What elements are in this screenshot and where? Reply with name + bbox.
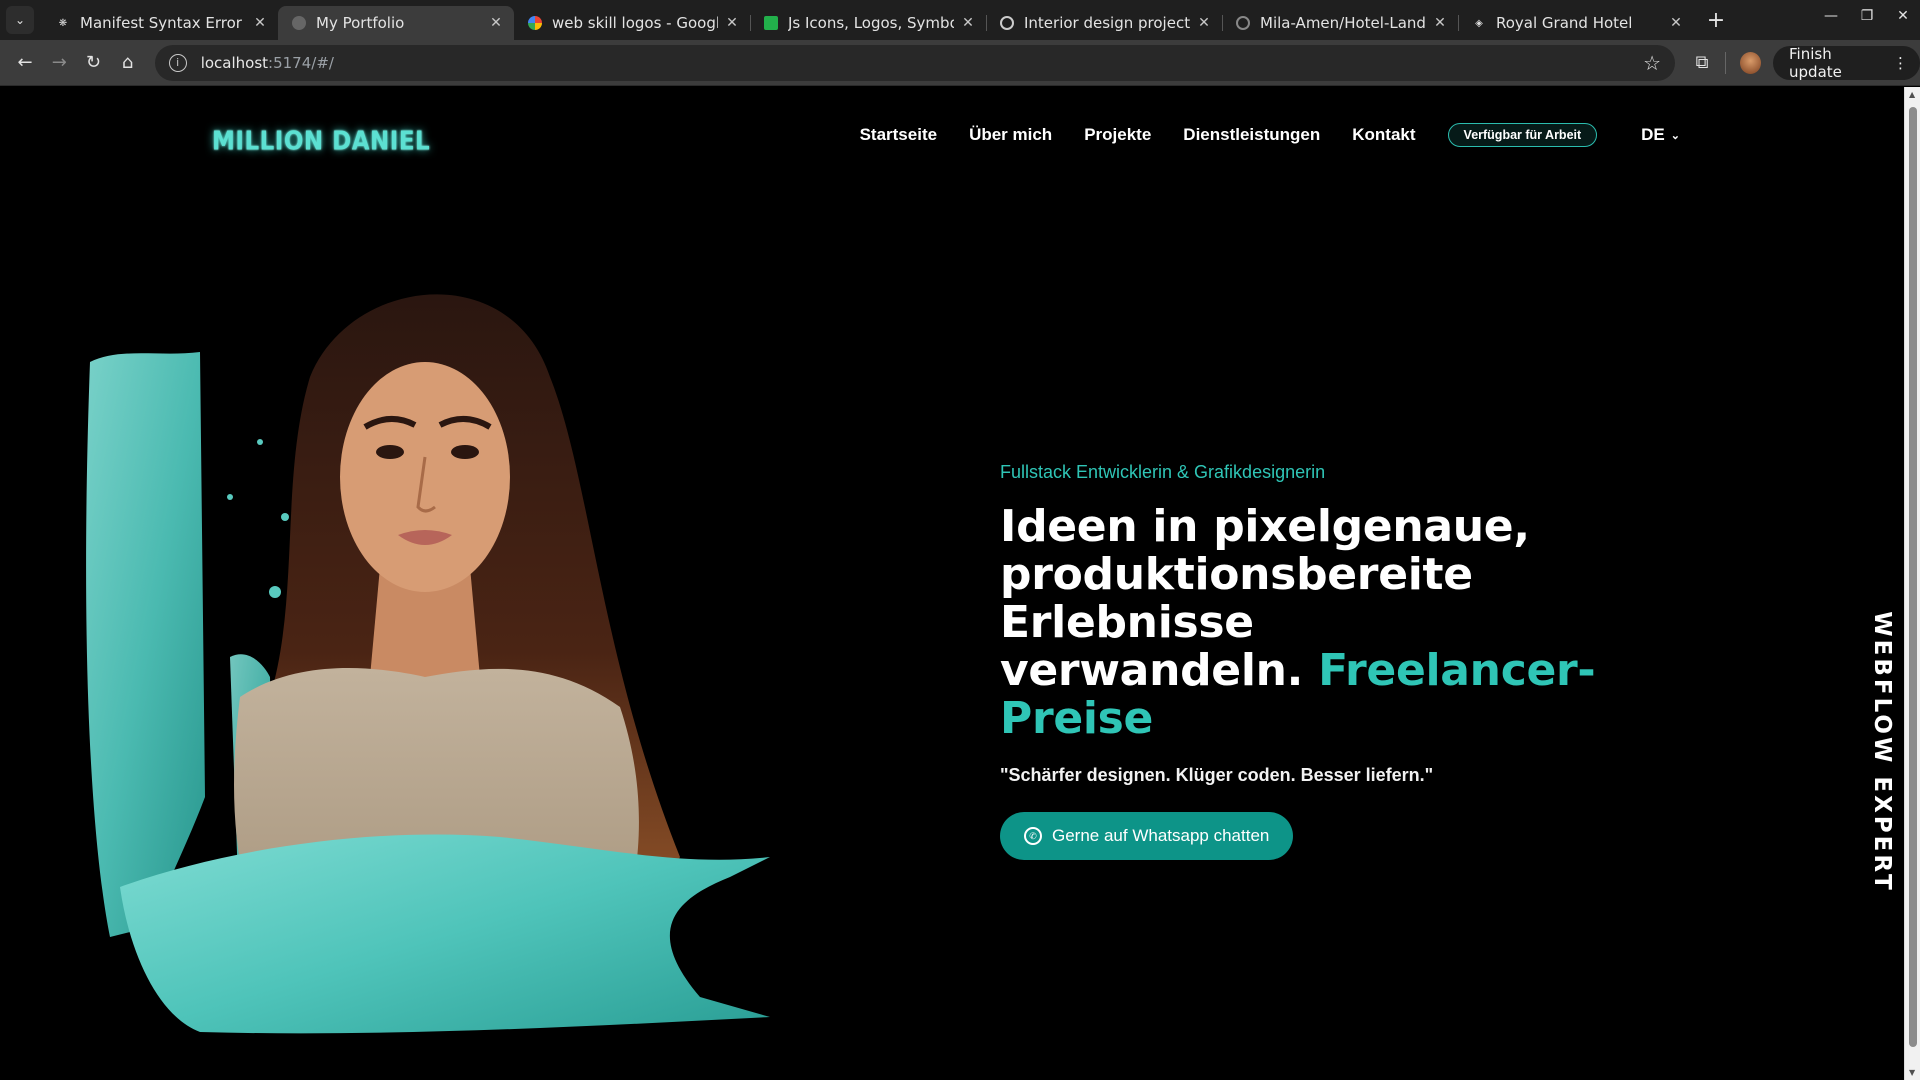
headline-line: verwandeln. bbox=[1000, 645, 1304, 696]
hero-portrait-image bbox=[86, 294, 770, 1034]
paint-stroke bbox=[120, 834, 770, 1034]
back-icon[interactable]: ← bbox=[8, 45, 42, 81]
url-host: localhost bbox=[200, 53, 269, 72]
tab-js-icons[interactable]: Js Icons, Logos, Symbole ✕ bbox=[750, 6, 986, 40]
profile-avatar[interactable] bbox=[1740, 51, 1762, 74]
extensions-icon[interactable]: ⧉ bbox=[1685, 45, 1719, 81]
openai-icon: ❋ bbox=[58, 17, 68, 29]
reload-icon[interactable]: ↻ bbox=[76, 45, 110, 81]
scrollbar-thumb[interactable] bbox=[1909, 107, 1917, 1047]
headline-line: produktionsbereite Erlebnisse bbox=[1000, 549, 1473, 648]
tab-hotel-landing[interactable]: Mila-Amen/Hotel-Landin ✕ bbox=[1222, 6, 1458, 40]
minimize-icon[interactable]: — bbox=[1824, 8, 1838, 24]
nav-kontakt[interactable]: Kontakt bbox=[1352, 125, 1415, 145]
paint-splatter bbox=[269, 586, 281, 598]
main-navigation: Startseite Über mich Projekte Dienstleis… bbox=[860, 123, 1680, 147]
tab-royal-grand-hotel[interactable]: ◈ Royal Grand Hotel ✕ bbox=[1458, 6, 1694, 40]
nav-dienstleistungen[interactable]: Dienstleistungen bbox=[1183, 125, 1320, 145]
restore-icon[interactable]: ❐ bbox=[1860, 8, 1874, 24]
tab-manifest-syntax[interactable]: ❋ Manifest Syntax Error Fix ✕ bbox=[42, 6, 278, 40]
finish-update-button[interactable]: Finish update ⋮ bbox=[1773, 44, 1920, 81]
home-icon[interactable]: ⌂ bbox=[111, 45, 145, 81]
close-icon[interactable]: ✕ bbox=[252, 15, 268, 31]
new-tab-button[interactable]: + bbox=[1704, 8, 1728, 33]
scroll-down-icon[interactable]: ▼ bbox=[1909, 1068, 1915, 1077]
availability-badge[interactable]: Verfügbar für Arbeit bbox=[1447, 123, 1598, 147]
tab-search-button[interactable]: ⌄ bbox=[6, 6, 34, 34]
nav-projekte[interactable]: Projekte bbox=[1084, 125, 1151, 145]
close-icon[interactable]: ✕ bbox=[724, 15, 740, 31]
google-icon bbox=[528, 16, 542, 30]
window-controls: — ❐ ✕ bbox=[1824, 8, 1910, 24]
close-icon[interactable]: ✕ bbox=[1432, 15, 1448, 31]
page-scrollbar[interactable]: ▲ ▼ bbox=[1904, 87, 1920, 1080]
tab-title: Mila-Amen/Hotel-Landin bbox=[1260, 14, 1426, 32]
tab-title: My Portfolio bbox=[316, 14, 405, 32]
site-info-icon[interactable]: i bbox=[168, 53, 187, 72]
tab-interior-design[interactable]: Interior design projects| ✕ bbox=[986, 6, 1222, 40]
diamond-icon: ◈ bbox=[1475, 17, 1483, 29]
url-path: :5174/#/ bbox=[268, 53, 334, 72]
language-label: DE bbox=[1641, 125, 1665, 144]
site-logo[interactable]: MILLION DANIEL bbox=[212, 127, 430, 156]
more-vert-icon: ⋮ bbox=[1892, 53, 1908, 72]
tab-title: Js Icons, Logos, Symbole bbox=[788, 14, 954, 32]
whatsapp-icon: ✆ bbox=[1024, 827, 1042, 845]
circle-icon bbox=[1000, 16, 1014, 30]
tab-title: Interior design projects| bbox=[1024, 14, 1190, 32]
close-icon[interactable]: ✕ bbox=[1668, 15, 1684, 31]
chevron-down-icon: ⌄ bbox=[1670, 129, 1680, 142]
browser-tab-bar: ⌄ ❋ Manifest Syntax Error Fix ✕ My Portf… bbox=[0, 0, 1920, 40]
paint-splatter bbox=[227, 494, 233, 500]
hero-section: Fullstack Entwicklerin & Grafikdesigneri… bbox=[1000, 462, 1700, 860]
paint-splatter bbox=[281, 513, 289, 521]
green-square-icon bbox=[764, 16, 778, 30]
headline-line: Ideen in pixelgenaue, bbox=[1000, 501, 1530, 552]
eye bbox=[451, 445, 479, 459]
tab-web-skill-logos[interactable]: web skill logos - Google S ✕ bbox=[514, 6, 750, 40]
browser-toolbar: ← → ↻ ⌂ i localhost:5174/#/ ☆ ⧉ Finish u… bbox=[0, 40, 1920, 86]
toolbar-divider bbox=[1725, 51, 1727, 74]
globe-icon bbox=[292, 16, 306, 30]
eye bbox=[376, 445, 404, 459]
tab-title: Manifest Syntax Error Fix bbox=[80, 14, 246, 32]
close-icon[interactable]: ✕ bbox=[960, 15, 976, 31]
tab-title: web skill logos - Google S bbox=[552, 14, 718, 32]
face bbox=[340, 362, 510, 592]
nav-ueber-mich[interactable]: Über mich bbox=[969, 125, 1052, 145]
forward-icon[interactable]: → bbox=[42, 45, 76, 81]
page-viewport: MILLION DANIEL Startseite Über mich Proj… bbox=[0, 87, 1904, 1080]
hero-quote: "Schärfer designen. Klüger coden. Besser… bbox=[1000, 765, 1434, 785]
close-window-icon[interactable]: ✕ bbox=[1896, 8, 1910, 24]
bookmark-star-icon[interactable]: ☆ bbox=[1643, 51, 1661, 75]
scroll-up-icon[interactable]: ▲ bbox=[1909, 90, 1915, 99]
finish-update-label: Finish update bbox=[1789, 44, 1842, 81]
language-selector[interactable]: DE ⌄ bbox=[1641, 125, 1680, 145]
nav-startseite[interactable]: Startseite bbox=[860, 125, 937, 145]
hero-subtitle: Fullstack Entwicklerin & Grafikdesigneri… bbox=[1000, 462, 1326, 482]
close-icon[interactable]: ✕ bbox=[488, 15, 504, 31]
tab-my-portfolio[interactable]: My Portfolio ✕ bbox=[278, 6, 514, 40]
hero-headline: Ideen in pixelgenaue, produktionsbereite… bbox=[1000, 503, 1700, 743]
whatsapp-chat-button[interactable]: ✆ Gerne auf Whatsapp chatten bbox=[1000, 812, 1294, 860]
whatsapp-chat-label: Gerne auf Whatsapp chatten bbox=[1052, 826, 1270, 845]
github-icon bbox=[1236, 16, 1250, 30]
vertical-tagline: WEBFLOW EXPERT bbox=[1869, 611, 1895, 893]
close-icon[interactable]: ✕ bbox=[1196, 15, 1212, 31]
address-bar[interactable]: i localhost:5174/#/ ☆ bbox=[154, 44, 1675, 81]
paint-splatter bbox=[257, 439, 263, 445]
tab-title: Royal Grand Hotel bbox=[1496, 14, 1633, 32]
paint-stroke bbox=[86, 352, 205, 937]
